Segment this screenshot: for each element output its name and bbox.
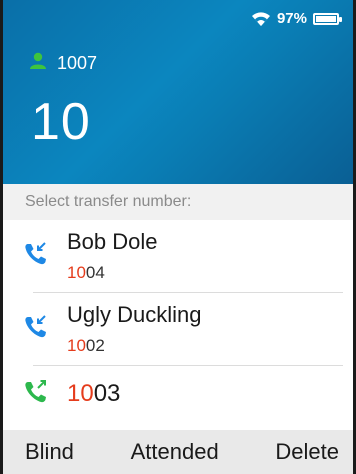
- incoming-call-icon: [3, 314, 67, 345]
- status-bar: 97%: [251, 10, 342, 27]
- battery-percent: 97%: [276, 10, 307, 27]
- user-icon: [29, 52, 47, 75]
- account-number: 1007: [57, 53, 98, 73]
- contact-name: Ugly Duckling: [67, 302, 202, 327]
- contact-number: 1002: [67, 336, 105, 355]
- attended-button[interactable]: Attended: [131, 439, 219, 465]
- contact-name: Bob Dole: [67, 229, 158, 254]
- wifi-icon: [251, 11, 271, 27]
- dialed-number: 10: [31, 93, 91, 151]
- blind-button[interactable]: Blind: [25, 439, 74, 465]
- delete-button[interactable]: Delete: [275, 439, 339, 465]
- account: 1007: [29, 52, 97, 75]
- list-item[interactable]: Bob Dole 1004: [3, 220, 353, 292]
- incoming-call-icon: [3, 241, 67, 272]
- softkey-bar: Blind Attended Delete: [3, 430, 353, 474]
- list-item[interactable]: Ugly Duckling 1002: [3, 293, 353, 365]
- outgoing-call-icon: [3, 379, 67, 410]
- contact-number: 1004: [67, 263, 105, 282]
- header: 97% 1007 10: [3, 0, 353, 184]
- list-item[interactable]: 1003: [3, 366, 353, 422]
- phone-screen: 97% 1007 10 Select transfer number: Bob …: [0, 0, 356, 474]
- contact-number: 1003: [67, 380, 121, 407]
- transfer-prompt: Select transfer number:: [3, 184, 353, 220]
- battery-icon: [313, 12, 342, 25]
- contact-list: Bob Dole 1004 Ugly Duckling 1002 1003: [3, 220, 353, 422]
